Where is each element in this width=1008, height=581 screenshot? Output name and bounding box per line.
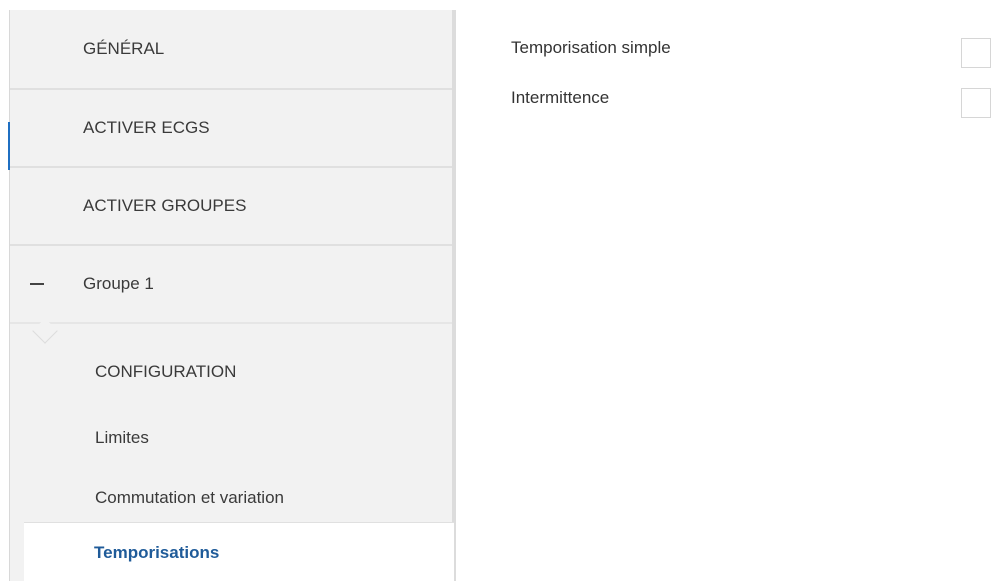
sidebar-subitem-configuration[interactable]: CONFIGURATION <box>10 362 452 382</box>
sidebar-subitem-limites[interactable]: Limites <box>10 428 452 448</box>
sidebar-subitem-temporisations-active[interactable]: Temporisations <box>24 522 454 581</box>
collapse-icon[interactable] <box>30 283 44 285</box>
sidebar-subitem-commutation-variation[interactable]: Commutation et variation <box>10 488 452 508</box>
sidebar-item-activer-ecgs[interactable]: ACTIVER ECGS <box>10 90 452 168</box>
option-label: Temporisation simple <box>511 38 671 57</box>
sidebar-item-label: ACTIVER ECGS <box>83 118 210 137</box>
sidebar-subitem-label: Commutation et variation <box>95 488 284 507</box>
temporisation-simple-checkbox[interactable] <box>961 38 991 68</box>
sidebar-item-label: Groupe 1 <box>83 274 154 293</box>
sidebar-item-label: ACTIVER GROUPES <box>83 196 247 215</box>
option-row-temporisation-simple: Temporisation simple <box>511 38 991 68</box>
sidebar-item-groupe-1[interactable]: Groupe 1 <box>10 246 452 324</box>
sidebar-subitem-label: CONFIGURATION <box>95 362 237 381</box>
intermittence-checkbox[interactable] <box>961 88 991 118</box>
option-row-intermittence: Intermittence <box>511 88 991 118</box>
sidebar-subitem-label: Limites <box>95 428 149 447</box>
sidebar-subitem-label: Temporisations <box>94 543 220 562</box>
sidebar: GÉNÉRAL ACTIVER ECGS ACTIVER GROUPES Gro… <box>10 10 456 581</box>
option-label: Intermittence <box>511 88 610 107</box>
content-panel: Temporisation simple Intermittence <box>456 10 1008 581</box>
sidebar-item-general[interactable]: GÉNÉRAL <box>10 10 452 90</box>
sidebar-item-label: GÉNÉRAL <box>83 39 165 58</box>
sidebar-item-activer-groupes[interactable]: ACTIVER GROUPES <box>10 168 452 246</box>
